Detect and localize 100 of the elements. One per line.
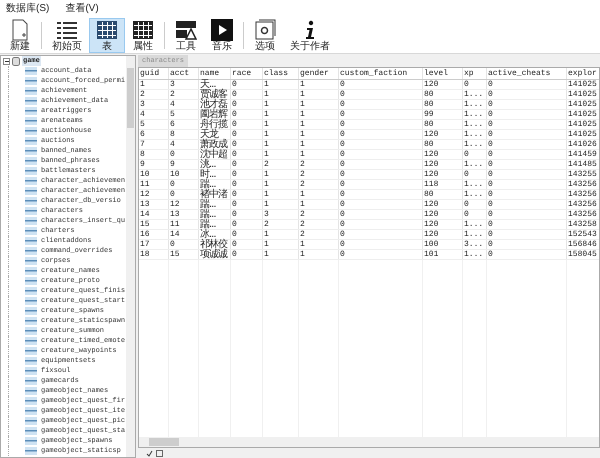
toolbar-button[interactable]: 音乐 <box>204 18 240 53</box>
table-cell: 1 <box>299 110 339 119</box>
table-cell: 池才磊 <box>199 100 231 109</box>
toolbar-button[interactable]: 初始页 <box>45 18 89 53</box>
column-header[interactable]: level <box>423 68 463 79</box>
tools-icon <box>175 19 197 41</box>
table-icon <box>25 167 37 175</box>
table-cell: 0 <box>463 150 487 159</box>
menu-item[interactable]: 数据库(S) <box>6 3 50 15</box>
table-cell: 1 <box>299 240 339 249</box>
column-header[interactable]: class <box>263 68 299 79</box>
table-cell: 7 <box>139 140 169 149</box>
table-icon <box>25 237 37 245</box>
table-cell: 冰... <box>199 230 231 239</box>
collapse-toggle[interactable] <box>3 58 10 64</box>
table-cell: 萧政成 <box>199 140 231 149</box>
table-cell: 4 <box>169 100 199 109</box>
table-cell: 143255 <box>567 170 599 179</box>
menu-item[interactable]: 查看(V) <box>65 3 99 15</box>
horizontal-scrollbar[interactable] <box>139 437 599 447</box>
table-cell: 0 <box>231 140 263 149</box>
toolbar-button[interactable]: 关于作者 <box>283 18 337 53</box>
toolbar-button[interactable]: 工具 <box>168 18 204 53</box>
table-cell: 1 <box>139 80 169 89</box>
table-icon <box>25 327 37 335</box>
table-cell: 0 <box>487 190 567 199</box>
table-cell: 13 <box>169 210 199 219</box>
column-header[interactable]: acct <box>169 68 199 79</box>
column-header[interactable]: race <box>231 68 263 79</box>
table-cell: 1 <box>263 180 299 189</box>
table-cell: 1 <box>263 190 299 199</box>
table-icon <box>25 377 37 385</box>
table-cell: 1 <box>263 140 299 149</box>
table-cell: 1 <box>263 150 299 159</box>
column-header[interactable]: custom_faction <box>339 68 423 79</box>
table-icon <box>25 367 37 375</box>
toolbar-button[interactable]: 新建 <box>2 18 38 53</box>
table-cell: 1 <box>263 200 299 209</box>
table-cell: 18 <box>139 250 169 259</box>
table-cell: 0 <box>339 230 423 239</box>
table-cell: 1... <box>463 230 487 239</box>
table-cell: 1 <box>299 190 339 199</box>
table-cell: 2 <box>299 230 339 239</box>
table-cell: 2 <box>299 170 339 179</box>
column-header[interactable]: active_cheats <box>487 68 567 79</box>
table-cell: 8 <box>169 130 199 139</box>
table-icon <box>25 297 37 305</box>
table-icon <box>25 337 37 345</box>
table-cell: 0 <box>231 230 263 239</box>
table-cell: 1 <box>263 80 299 89</box>
table-cell: 0 <box>231 170 263 179</box>
table-cell: 0 <box>339 210 423 219</box>
table-cell: 0 <box>231 220 263 229</box>
table-cell: 141025 <box>567 120 599 129</box>
table-cell: 143256 <box>567 200 599 209</box>
table-icon <box>25 317 37 325</box>
table-cell: 0 <box>339 190 423 199</box>
table-cell: 1 <box>263 110 299 119</box>
table-cell: 2 <box>299 160 339 169</box>
toolbar-button[interactable]: 选项 <box>247 18 283 53</box>
table-cell: 1 <box>263 90 299 99</box>
table-cell: 1 <box>263 120 299 129</box>
table-cell: 9 <box>169 160 199 169</box>
table-icon <box>96 19 118 41</box>
table-cell: 0 <box>169 180 199 189</box>
toolbar-button[interactable]: 表 <box>89 18 125 53</box>
table-cell: 0 <box>339 90 423 99</box>
table-icon <box>25 197 37 205</box>
column-header[interactable]: gender <box>299 68 339 79</box>
column-header[interactable]: name <box>199 68 231 79</box>
table-cell: 16 <box>139 230 169 239</box>
table-cell: 0 <box>463 80 487 89</box>
table-icon <box>25 267 37 275</box>
table-cell: 14 <box>139 210 169 219</box>
table-cell: 0 <box>231 250 263 259</box>
table-icon <box>25 347 37 355</box>
check-icon[interactable] <box>146 450 153 456</box>
column-header[interactable]: guid <box>139 68 169 79</box>
table-cell: 80 <box>423 190 463 199</box>
table-cell: 0 <box>169 150 199 159</box>
table-cell: 0 <box>339 220 423 229</box>
table-cell: 141026 <box>567 140 599 149</box>
table-cell: 2 <box>299 210 339 219</box>
table-icon <box>25 257 37 265</box>
grid-icon[interactable] <box>156 450 163 456</box>
table-cell: 143256 <box>567 180 599 189</box>
table-cell: 0 <box>231 210 263 219</box>
table-cell: 3 <box>263 210 299 219</box>
table-cell: 0 <box>487 240 567 249</box>
table-cell: 1 <box>263 240 299 249</box>
column-header[interactable]: xp <box>463 68 487 79</box>
table-cell: 3... <box>463 240 487 249</box>
table-cell: 2 <box>263 160 299 169</box>
table-icon <box>25 137 37 145</box>
table-cell: 0 <box>487 140 567 149</box>
list-icon <box>56 19 78 41</box>
table-cell: 0 <box>487 220 567 229</box>
column-header[interactable]: explor <box>567 68 599 79</box>
vertical-scrollbar[interactable] <box>126 56 135 457</box>
toolbar-button[interactable]: 属性 <box>125 18 161 53</box>
